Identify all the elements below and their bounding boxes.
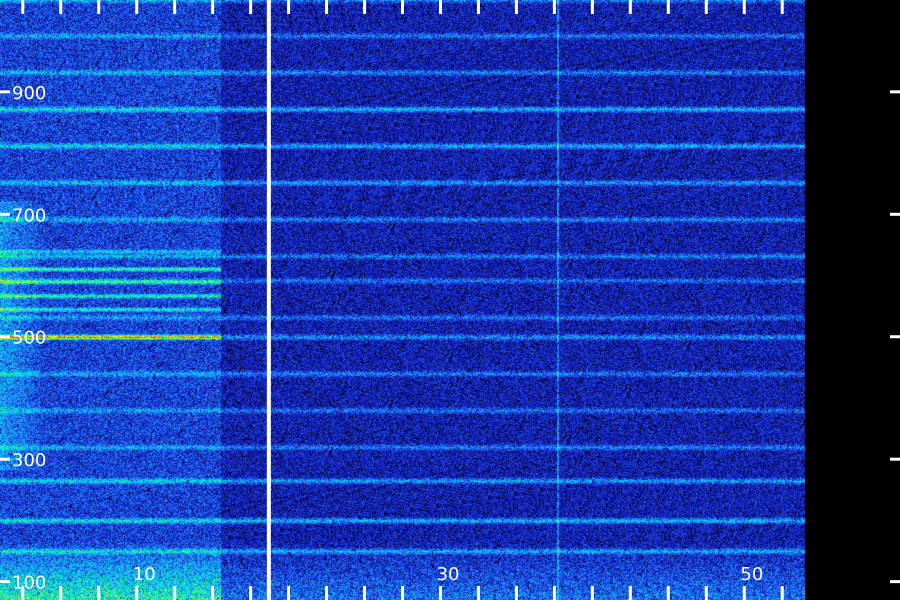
x-tick-labels: 10 30 50 [133, 564, 763, 585]
x-ticks [21, 0, 784, 600]
y-tick-label: 300 [12, 450, 46, 471]
y-tick-label: 700 [12, 205, 46, 226]
y-tick-label: 500 [12, 328, 46, 349]
y-tick-labels: 900 700 500 300 100 [12, 83, 46, 594]
chart-overlay: 10 30 50 900 700 500 300 100 [0, 0, 900, 600]
x-tick-label: 30 [437, 564, 460, 585]
y-tick-label: 100 [12, 573, 46, 594]
x-tick-label: 10 [133, 564, 156, 585]
y-ticks [0, 90, 900, 584]
y-tick-label: 900 [12, 83, 46, 104]
x-tick-label: 50 [740, 564, 763, 585]
